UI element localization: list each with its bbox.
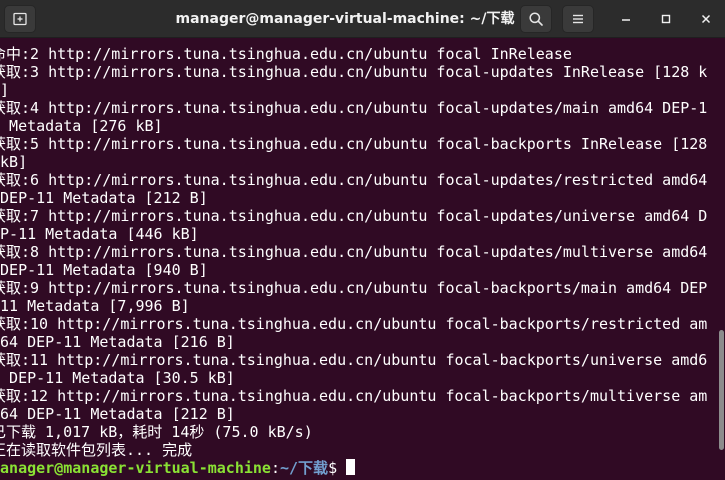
prompt-user-host: manager@manager-virtual-machine [0,459,271,477]
new-tab-icon [13,12,27,26]
menu-button[interactable] [562,5,594,33]
output-line: 获取:9 http://mirrors.tuna.tsinghua.edu.cn… [0,279,708,297]
hamburger-menu-icon [573,14,583,24]
output-line: 获取:6 http://mirrors.tuna.tsinghua.edu.cn… [0,171,708,189]
search-icon [529,12,543,26]
scrollbar[interactable] [718,38,725,480]
output-line: 获取:8 http://mirrors.tuna.tsinghua.edu.cn… [0,243,708,261]
new-tab-button[interactable] [4,5,36,33]
output-line: 已下载 1,017 kB，耗时 14秒 (75.0 kB/s) [0,423,313,441]
output-line: 获取:10 http://mirrors.tuna.tsinghua.edu.c… [0,315,708,333]
output-line: 获取:4 http://mirrors.tuna.tsinghua.edu.cn… [0,99,708,117]
output-line: DEP-11 Metadata [212 B] [0,189,208,207]
minimize-button[interactable] [614,7,638,31]
output-line: 4 DEP-11 Metadata [30.5 kB] [0,369,235,387]
maximize-button[interactable] [654,7,678,31]
terminal-output[interactable]: 命中:2 http://mirrors.tuna.tsinghua.edu.cn… [0,45,718,480]
text-cursor [346,459,356,475]
output-line: 获取:5 http://mirrors.tuna.tsinghua.edu.cn… [0,135,708,153]
output-line: 获取:12 http://mirrors.tuna.tsinghua.edu.c… [0,387,708,405]
terminal-window: manager@manager-virtual-machine: ~/下载 命中… [0,0,725,480]
minimize-icon [622,19,630,21]
output-line: 1 Metadata [276 kB] [0,117,163,135]
output-line: EP-11 Metadata [446 kB] [0,225,199,243]
output-line: d64 DEP-11 Metadata [212 B] [0,405,235,423]
output-line: 获取:7 http://mirrors.tuna.tsinghua.edu.cn… [0,207,708,225]
shell-prompt[interactable]: manager@manager-virtual-machine:~/下载$ [0,459,718,477]
maximize-icon [661,14,671,24]
prompt-symbol: $ [328,459,338,477]
output-line: 获取:3 http://mirrors.tuna.tsinghua.edu.cn… [0,63,708,81]
output-line: DEP-11 Metadata [940 B] [0,261,208,279]
close-button[interactable] [694,7,718,31]
output-line: 命中:2 http://mirrors.tuna.tsinghua.edu.cn… [0,45,572,63]
window-title: manager@manager-virtual-machine: ~/下载 [175,11,515,27]
output-line: 获取:11 http://mirrors.tuna.tsinghua.edu.c… [0,351,708,369]
title-bar: manager@manager-virtual-machine: ~/下载 [0,0,725,38]
output-line: -11 Metadata [7,996 B] [0,297,190,315]
search-button[interactable] [520,5,552,33]
scrollbar-thumb[interactable] [719,330,724,450]
output-line: B] [0,81,10,99]
output-line: kB] [0,153,28,171]
prompt-path: ~/下载 [280,459,329,477]
prompt-separator: : [270,459,280,477]
output-line: d64 DEP-11 Metadata [216 B] [0,333,235,351]
close-icon [701,14,711,24]
output-line: 正在读取软件包列表... 完成 [0,441,193,459]
